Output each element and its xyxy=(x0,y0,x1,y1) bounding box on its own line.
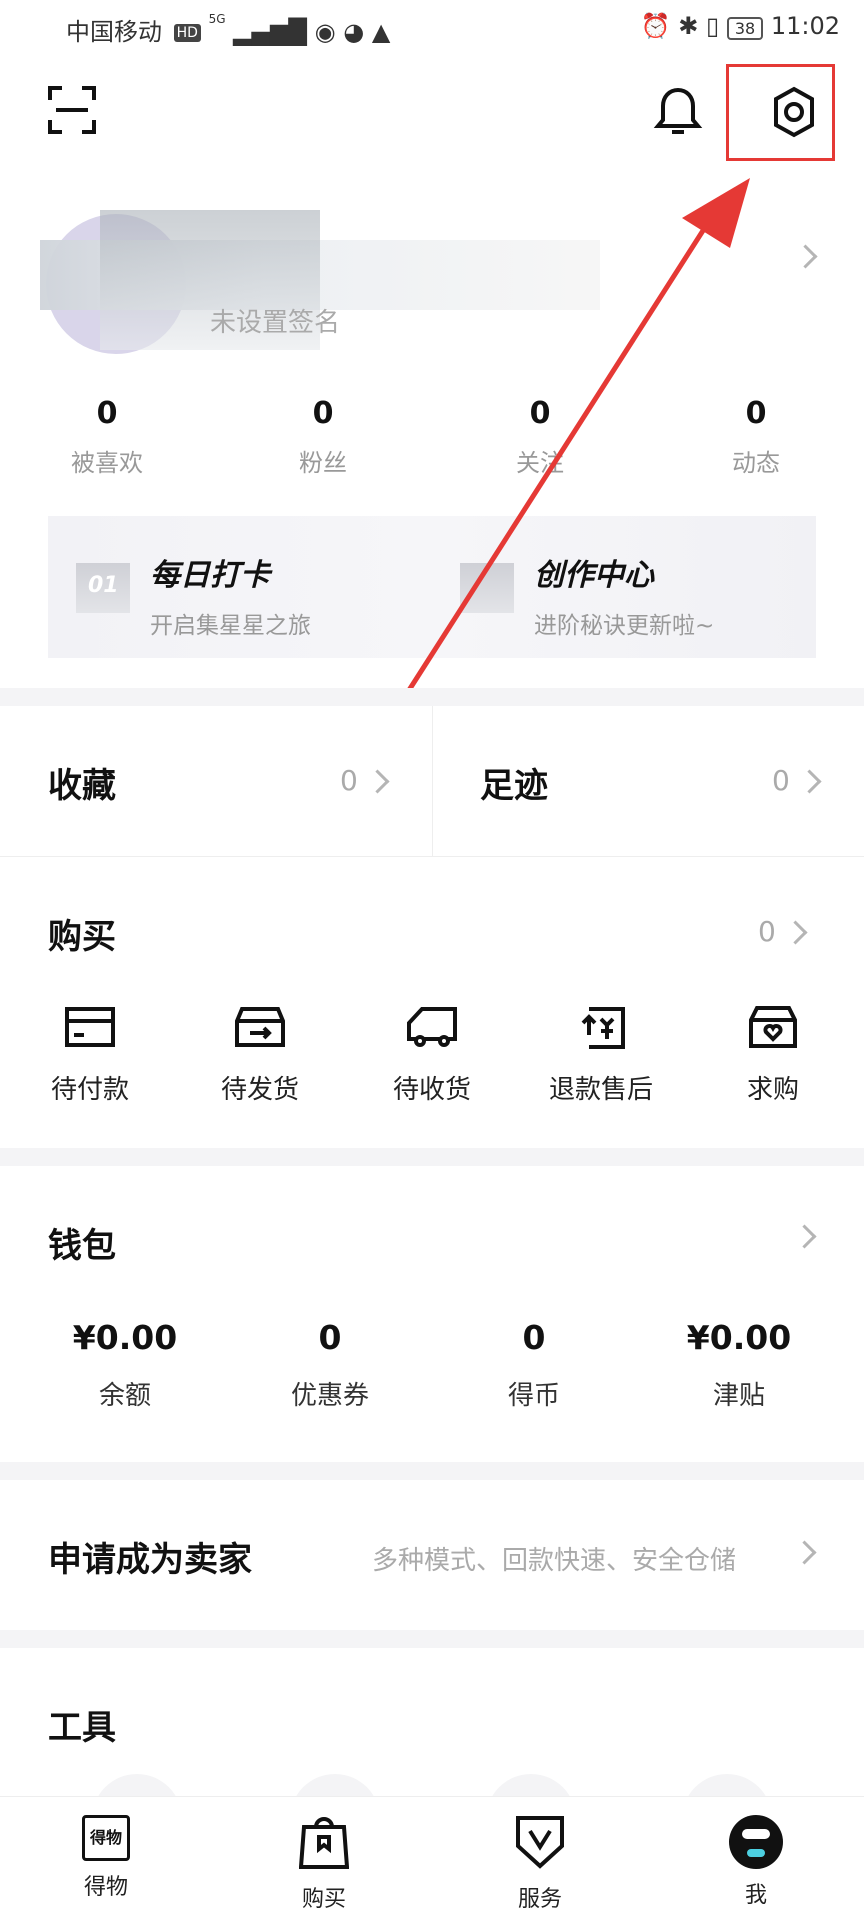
status-left: 中国移动 HD 5G ▂▄▆█ ◉ ◕ ▲ xyxy=(66,12,390,47)
seller-title: 申请成为卖家 xyxy=(48,1540,252,1580)
bottom-tab-bar: 得物 得物 购买 服务 我 xyxy=(0,1796,864,1921)
section-separator xyxy=(0,688,864,706)
stat-label: 被喜欢 xyxy=(71,449,143,477)
truck-icon xyxy=(407,1007,457,1047)
tab-me[interactable]: 我 xyxy=(696,1815,816,1909)
purchase-section: 购买 0 待付款 待发货 待收货 退款售后 求购 xyxy=(0,857,864,1147)
want-to-buy-button[interactable]: 求购 xyxy=(703,1005,843,1106)
wallet-label: 津贴 xyxy=(712,1381,765,1411)
dewu-icon: 得物 xyxy=(82,1815,130,1861)
profile-chevron-icon[interactable] xyxy=(793,244,818,269)
wallet-section: 钱包 ¥0.00 余额 0 优惠券 0 得币 ¥0.00 津贴 xyxy=(0,1166,864,1462)
wallet-label: 优惠券 xyxy=(290,1381,369,1411)
signal-icon: ▂▄▆█ xyxy=(233,18,307,46)
wallet-label: 得币 xyxy=(507,1381,560,1411)
tab-label: 我 xyxy=(744,1883,767,1908)
calendar-icon-text: 01 xyxy=(88,573,119,598)
footprint-count: 0 xyxy=(772,764,790,797)
section-separator xyxy=(0,1462,864,1480)
buy-label: 求购 xyxy=(746,1075,799,1105)
stat-label: 粉丝 xyxy=(299,449,347,477)
wifi-hotspot-icon: ◉ xyxy=(314,18,336,46)
tools-title: 工具 xyxy=(48,1708,116,1748)
purchase-all-link[interactable]: 0 xyxy=(758,915,808,948)
hd-badge: HD xyxy=(173,24,201,42)
chevron-right-icon xyxy=(792,1540,817,1565)
tab-service[interactable]: 服务 xyxy=(480,1815,600,1913)
wallet-label: 余额 xyxy=(98,1381,151,1411)
pending-payment-button[interactable]: 待付款 xyxy=(20,1005,160,1106)
refund-icon xyxy=(581,1007,625,1049)
tab-dewu[interactable]: 得物 得物 xyxy=(46,1815,166,1901)
refund-aftersale-button[interactable]: 退款售后 xyxy=(531,1005,671,1106)
chevron-right-icon xyxy=(365,769,390,794)
section-separator xyxy=(0,1630,864,1648)
pending-shipment-button[interactable]: 待发货 xyxy=(190,1005,330,1106)
annotation-arrow xyxy=(401,178,750,700)
dewu-icon-text: 得物 xyxy=(89,1828,122,1847)
avatar-icon xyxy=(729,1815,783,1869)
tab-label: 服务 xyxy=(517,1887,562,1912)
tab-label: 得物 xyxy=(83,1875,128,1900)
card-icon xyxy=(65,1007,115,1047)
favorites-cell[interactable]: 收藏 0 xyxy=(0,706,433,856)
wallet-chevron-icon[interactable] xyxy=(792,1224,817,1249)
stat-value: 0 xyxy=(312,396,334,431)
network-type: 5G xyxy=(208,12,226,26)
status-right: ⏰ ✱ ▯ 38 11:02 xyxy=(641,12,840,40)
settings-highlight-box xyxy=(726,64,835,161)
vibrate-icon: ▯ xyxy=(705,12,720,40)
carrier-name: 中国移动 xyxy=(66,18,162,46)
wallet-value: 0 xyxy=(318,1318,342,1357)
footprint-cell[interactable]: 足迹 0 xyxy=(432,706,864,856)
tab-label: 购买 xyxy=(301,1887,346,1912)
clock: 11:02 xyxy=(770,12,840,40)
calendar-icon: 01 xyxy=(76,563,130,613)
wallet-value: ¥0.00 xyxy=(72,1318,178,1357)
tab-purchase[interactable]: 购买 xyxy=(264,1815,384,1913)
purchase-count: 0 xyxy=(758,915,776,948)
card-subtitle: 开启集星星之旅 xyxy=(150,613,311,639)
qq-icon: ▲ xyxy=(371,18,391,46)
bluetooth-icon: ✱ xyxy=(678,12,699,40)
section-separator xyxy=(0,1148,864,1166)
buy-label: 退款售后 xyxy=(548,1075,653,1105)
stat-value: 0 xyxy=(96,396,118,431)
globe-icon: ◕ xyxy=(343,18,365,46)
wallet-value: ¥0.00 xyxy=(686,1318,792,1357)
profile-signature: 未设置签名 xyxy=(210,308,341,338)
wallet-value: 0 xyxy=(522,1318,546,1357)
bell-icon[interactable] xyxy=(653,86,703,138)
coins-item[interactable]: 0 得币 xyxy=(449,1318,619,1412)
stat-likes[interactable]: 0 被喜欢 xyxy=(27,396,187,478)
battery-indicator: 38 xyxy=(726,17,764,40)
card-title: 每日打卡 xyxy=(150,558,270,593)
alarm-icon: ⏰ xyxy=(640,12,671,40)
heart-bag-icon xyxy=(749,1006,797,1048)
purchase-title: 购买 xyxy=(48,917,116,957)
tools-section: 工具 xyxy=(0,1648,864,1834)
become-seller-row[interactable]: 申请成为卖家 多种模式、回款快速、安全仓储 xyxy=(0,1480,864,1630)
buy-label: 待付款 xyxy=(50,1075,129,1105)
buy-label: 待发货 xyxy=(220,1075,299,1105)
chevron-right-icon xyxy=(783,920,808,945)
chevron-right-icon xyxy=(797,769,822,794)
favorites-count: 0 xyxy=(340,764,358,797)
scan-icon[interactable] xyxy=(48,86,96,134)
stat-fans[interactable]: 0 粉丝 xyxy=(243,396,403,478)
pending-receipt-button[interactable]: 待收货 xyxy=(362,1005,502,1106)
favorites-label: 收藏 xyxy=(48,766,116,806)
seller-subtitle: 多种模式、回款快速、安全仓储 xyxy=(372,1546,737,1576)
box-icon xyxy=(235,1007,285,1047)
coupon-item[interactable]: 0 优惠券 xyxy=(245,1318,415,1412)
status-bar: 中国移动 HD 5G ▂▄▆█ ◉ ◕ ▲ ⏰ ✱ ▯ 38 11:02 xyxy=(0,0,864,58)
daily-checkin-card[interactable]: 01 每日打卡 开启集星星之旅 xyxy=(48,516,432,658)
wallet-title: 钱包 xyxy=(48,1226,116,1266)
footprint-label: 足迹 xyxy=(480,766,548,806)
allowance-item[interactable]: ¥0.00 津贴 xyxy=(654,1318,824,1412)
service-shield-icon xyxy=(516,1816,564,1869)
balance-item[interactable]: ¥0.00 余额 xyxy=(40,1318,210,1412)
buy-label: 待收货 xyxy=(392,1075,471,1105)
shopping-bag-icon xyxy=(298,1817,350,1869)
